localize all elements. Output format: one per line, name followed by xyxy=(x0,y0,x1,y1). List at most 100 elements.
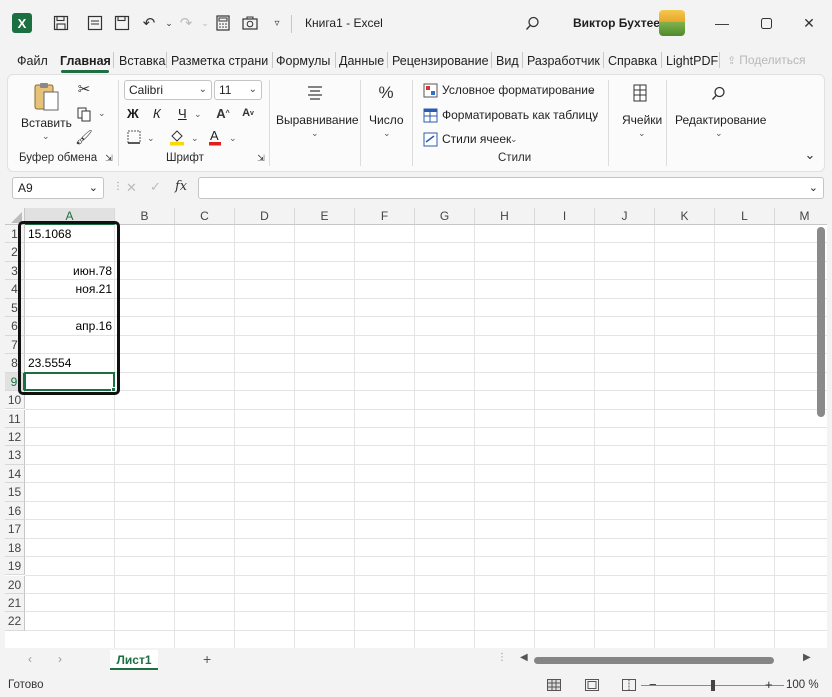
column-header-k[interactable]: K xyxy=(655,208,715,225)
save-as-icon[interactable] xyxy=(111,12,133,34)
enter-icon[interactable]: ✓ xyxy=(150,179,161,195)
tab-home[interactable]: Главная xyxy=(60,50,111,72)
editing-search-icon[interactable] xyxy=(707,82,729,104)
font-color-icon[interactable]: A xyxy=(207,127,223,147)
tab-developer[interactable]: Разработчик xyxy=(527,50,600,72)
ribbon-collapse-icon[interactable]: ⌄ xyxy=(800,146,820,164)
fill-color-icon[interactable] xyxy=(168,127,186,147)
number-label[interactable]: Число xyxy=(369,113,404,127)
minimize-icon[interactable]: — xyxy=(711,12,733,34)
decrease-font-icon[interactable]: Av xyxy=(240,104,256,122)
row-header-12[interactable]: 12 xyxy=(5,427,25,447)
normal-view-icon[interactable] xyxy=(546,678,562,692)
font-color-dropdown-icon[interactable]: ⌄ xyxy=(229,133,237,144)
tab-help[interactable]: Справка xyxy=(608,50,657,72)
percent-icon[interactable]: % xyxy=(375,82,397,104)
avatar[interactable] xyxy=(659,10,685,36)
maximize-icon[interactable] xyxy=(755,12,777,34)
save-icon[interactable] xyxy=(50,12,72,34)
row-header-14[interactable]: 14 xyxy=(5,464,25,484)
tab-review[interactable]: Рецензирование xyxy=(392,50,489,72)
row-header-11[interactable]: 11 xyxy=(5,409,25,428)
more-icon[interactable]: ⋮ xyxy=(497,652,507,663)
next-sheet-icon[interactable]: › xyxy=(58,652,62,666)
number-dropdown-icon[interactable]: ⌄ xyxy=(383,128,391,139)
zoom-slider-thumb[interactable] xyxy=(711,680,715,691)
alignment-dropdown-icon[interactable]: ⌄ xyxy=(311,128,319,139)
close-icon[interactable]: ✕ xyxy=(798,12,820,34)
row-header-22[interactable]: 22 xyxy=(5,612,25,631)
cell-styles-label[interactable]: Стили ячеек xyxy=(442,132,511,146)
cut-icon[interactable]: ✂ xyxy=(74,80,94,98)
row-header-18[interactable]: 18 xyxy=(5,538,25,558)
copy-icon[interactable] xyxy=(74,105,94,123)
calculator-icon[interactable] xyxy=(212,12,234,34)
row-header-17[interactable]: 17 xyxy=(5,520,25,539)
borders-dropdown-icon[interactable]: ⌄ xyxy=(147,133,155,144)
row-header-21[interactable]: 21 xyxy=(5,594,25,613)
column-header-f[interactable]: F xyxy=(355,208,415,225)
row-header-20[interactable]: 20 xyxy=(5,575,25,594)
chevron-down-icon[interactable]: ⌄ xyxy=(588,85,596,96)
tab-insert[interactable]: Вставка xyxy=(119,50,165,72)
camera-icon[interactable] xyxy=(239,12,261,34)
search-icon[interactable] xyxy=(521,12,543,34)
format-painter-icon[interactable]: 🖌 xyxy=(74,128,94,146)
column-header-g[interactable]: G xyxy=(415,208,475,225)
underline-dropdown-icon[interactable]: ⌄ xyxy=(194,109,202,120)
font-size-combo[interactable]: 11 ⌄ xyxy=(214,80,262,100)
cells-icon[interactable] xyxy=(629,82,651,104)
column-header-l[interactable]: L xyxy=(715,208,775,225)
customize-toolbar-icon[interactable]: ▿ xyxy=(266,12,288,34)
conditional-format-label[interactable]: Условное форматирование xyxy=(442,83,595,97)
tab-file[interactable]: Файл xyxy=(17,50,48,72)
chevron-down-icon[interactable]: ⌄ xyxy=(592,110,600,121)
underline-button[interactable]: Ч xyxy=(178,106,187,121)
bold-button[interactable]: Ж xyxy=(127,106,139,121)
vertical-scrollbar-thumb[interactable] xyxy=(817,227,825,417)
fill-color-dropdown-icon[interactable]: ⌄ xyxy=(191,133,199,144)
form-icon[interactable] xyxy=(84,12,106,34)
user-name[interactable]: Виктор Бухтеев xyxy=(573,16,667,30)
insert-function-icon[interactable]: fx xyxy=(175,179,187,194)
zoom-level[interactable]: 100 % xyxy=(786,679,819,691)
alignment-label[interactable]: Выравнивание xyxy=(276,113,359,127)
cells-dropdown-icon[interactable]: ⌄ xyxy=(638,128,646,139)
chevron-down-icon[interactable]: ⌄ xyxy=(510,134,518,145)
dialog-launcher-icon[interactable]: ⇲ xyxy=(104,153,114,163)
tab-formulas[interactable]: Формулы xyxy=(276,50,330,72)
tab-data[interactable]: Данные xyxy=(339,50,384,72)
cancel-icon[interactable]: ✕ xyxy=(126,180,137,196)
row-header-15[interactable]: 15 xyxy=(5,483,25,502)
editing-dropdown-icon[interactable]: ⌄ xyxy=(715,128,723,139)
column-header-d[interactable]: D xyxy=(235,208,295,225)
conditional-format-icon[interactable] xyxy=(422,82,438,98)
format-table-label[interactable]: Форматировать как таблицу xyxy=(442,108,598,122)
row-header-16[interactable]: 16 xyxy=(5,501,25,521)
paste-label[interactable]: Вставить xyxy=(21,116,72,130)
more-icon[interactable]: ⋮ xyxy=(113,181,123,192)
horizontal-scrollbar-thumb[interactable] xyxy=(534,657,774,664)
scroll-left-icon[interactable]: ◀ xyxy=(520,652,528,663)
italic-button[interactable]: К xyxy=(153,106,161,121)
add-sheet-button[interactable]: + xyxy=(203,651,211,667)
borders-icon[interactable] xyxy=(126,129,142,145)
tab-lightpdf[interactable]: LightPDF xyxy=(666,50,718,72)
row-header-13[interactable]: 13 xyxy=(5,446,25,465)
copy-dropdown-icon[interactable]: ⌄ xyxy=(98,108,106,119)
dialog-launcher-icon[interactable]: ⇲ xyxy=(256,153,266,163)
paste-dropdown-icon[interactable]: ⌄ xyxy=(42,131,50,142)
font-name-combo[interactable]: Calibri ⌄ xyxy=(124,80,212,100)
cells-label[interactable]: Ячейки xyxy=(622,113,662,127)
column-header-i[interactable]: I xyxy=(535,208,595,225)
increase-font-icon[interactable]: A ^ xyxy=(215,104,231,122)
tab-page-layout[interactable]: Разметка страниц xyxy=(171,50,269,72)
paste-icon[interactable] xyxy=(30,80,62,114)
row-header-19[interactable]: 19 xyxy=(5,557,25,576)
name-box[interactable]: A9 ⌄ xyxy=(12,177,104,199)
cell-styles-icon[interactable] xyxy=(422,131,438,147)
undo-icon[interactable]: ↶ xyxy=(138,12,160,34)
format-table-icon[interactable] xyxy=(422,107,438,123)
page-break-icon[interactable] xyxy=(621,678,637,692)
share-button[interactable]: ⇪ Поделиться xyxy=(727,51,819,70)
